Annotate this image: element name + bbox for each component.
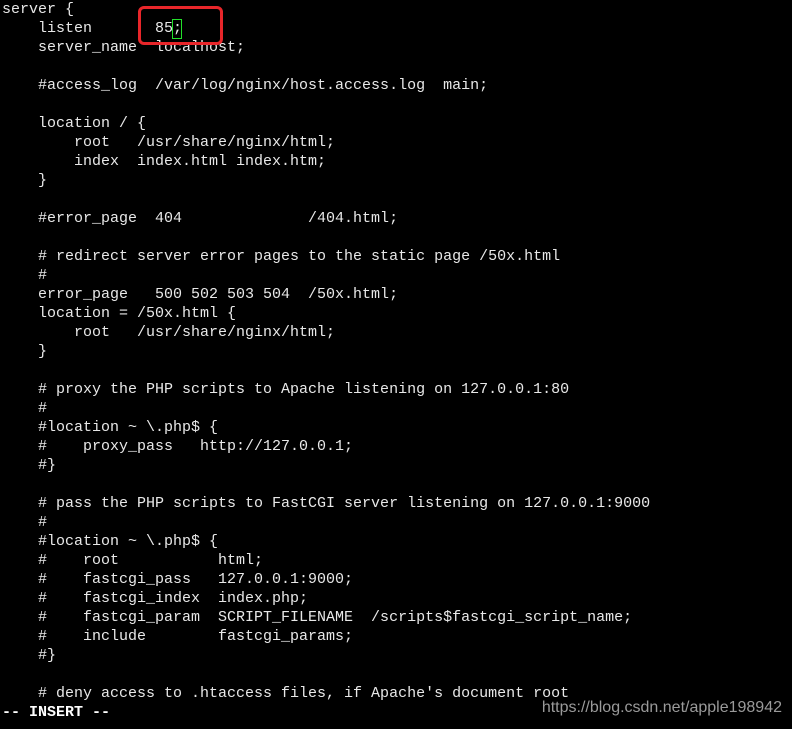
- code-line: #location ~ \.php$ {: [2, 533, 219, 550]
- code-line: #}: [2, 457, 57, 474]
- code-line: listen 85;: [2, 20, 183, 37]
- code-line: # root html;: [2, 552, 264, 569]
- code-line: # fastcgi_pass 127.0.0.1:9000;: [2, 571, 354, 588]
- code-line: #: [2, 400, 48, 417]
- code-line: #error_page 404 /404.html;: [2, 210, 399, 227]
- code-line: location = /50x.html {: [2, 305, 237, 322]
- code-line: index index.html index.htm;: [2, 153, 327, 170]
- code-line: # redirect server error pages to the sta…: [2, 248, 561, 265]
- code-line: root /usr/share/nginx/html;: [2, 134, 336, 151]
- code-line: #: [2, 267, 48, 284]
- code-line: # fastcgi_index index.php;: [2, 590, 309, 607]
- code-line: root /usr/share/nginx/html;: [2, 324, 336, 341]
- vim-editor[interactable]: server { listen 85; server_name localhos…: [2, 0, 650, 722]
- code-line: error_page 500 502 503 504 /50x.html;: [2, 286, 399, 303]
- text-cursor: [172, 19, 182, 39]
- code-line: # proxy the PHP scripts to Apache listen…: [2, 381, 570, 398]
- code-line: server_name localhost;: [2, 39, 246, 56]
- code-line: #location ~ \.php$ {: [2, 419, 219, 436]
- code-line: }: [2, 172, 48, 189]
- code-line: server {: [2, 1, 75, 18]
- code-line: # pass the PHP scripts to FastCGI server…: [2, 495, 651, 512]
- code-line: #: [2, 514, 48, 531]
- code-line: # include fastcgi_params;: [2, 628, 354, 645]
- watermark: https://blog.csdn.net/apple198942: [541, 699, 782, 716]
- code-line: }: [2, 343, 48, 360]
- code-line: # fastcgi_param SCRIPT_FILENAME /scripts…: [2, 609, 633, 626]
- code-line: location / {: [2, 115, 147, 132]
- code-line: #}: [2, 647, 57, 664]
- code-line: # proxy_pass http://127.0.0.1;: [2, 438, 354, 455]
- code-line: #access_log /var/log/nginx/host.access.l…: [2, 77, 489, 94]
